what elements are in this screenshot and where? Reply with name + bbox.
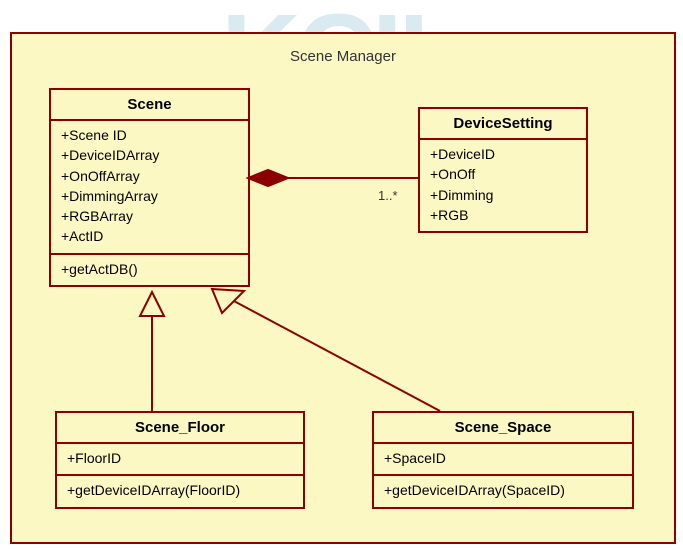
attribute: +FloorID	[67, 448, 293, 468]
class-scene-space: Scene_Space +SpaceID +getDeviceIDArray(S…	[372, 411, 634, 509]
attribute: +SpaceID	[384, 448, 622, 468]
method: +getDeviceIDArray(FloorID)	[67, 480, 293, 500]
attribute: +RGB	[430, 205, 576, 225]
attribute: +DeviceIDArray	[61, 145, 238, 165]
method: +getDeviceIDArray(SpaceID)	[384, 480, 622, 500]
attribute: +Dimming	[430, 185, 576, 205]
class-scene-methods: +getActDB()	[51, 255, 248, 285]
class-scene-name: Scene	[51, 90, 248, 121]
class-scene-space-name: Scene_Space	[374, 413, 632, 444]
class-scene-floor-methods: +getDeviceIDArray(FloorID)	[57, 476, 303, 506]
attribute: +DimmingArray	[61, 186, 238, 206]
class-scene-space-attributes: +SpaceID	[374, 444, 632, 476]
multiplicity-label: 1..*	[378, 188, 398, 203]
class-scene-floor-name: Scene_Floor	[57, 413, 303, 444]
class-scene-attributes: +Scene ID +DeviceIDArray +OnOffArray +Di…	[51, 121, 248, 255]
attribute: +RGBArray	[61, 206, 238, 226]
attribute: +Scene ID	[61, 125, 238, 145]
attribute: +DeviceID	[430, 144, 576, 164]
attribute: +ActID	[61, 226, 238, 246]
class-scene-space-methods: +getDeviceIDArray(SpaceID)	[374, 476, 632, 506]
diagram-canvas: KCIL Scene Manager Scene +Scene ID +Devi…	[0, 0, 683, 550]
class-devicesetting: DeviceSetting +DeviceID +OnOff +Dimming …	[418, 107, 588, 233]
class-scene: Scene +Scene ID +DeviceIDArray +OnOffArr…	[49, 88, 250, 287]
attribute: +OnOff	[430, 164, 576, 184]
attribute: +OnOffArray	[61, 166, 238, 186]
class-scene-floor: Scene_Floor +FloorID +getDeviceIDArray(F…	[55, 411, 305, 509]
class-scene-floor-attributes: +FloorID	[57, 444, 303, 476]
class-devicesetting-attributes: +DeviceID +OnOff +Dimming +RGB	[420, 140, 586, 231]
method: +getActDB()	[61, 259, 238, 279]
class-devicesetting-name: DeviceSetting	[420, 109, 586, 140]
package-title: Scene Manager	[12, 48, 674, 65]
